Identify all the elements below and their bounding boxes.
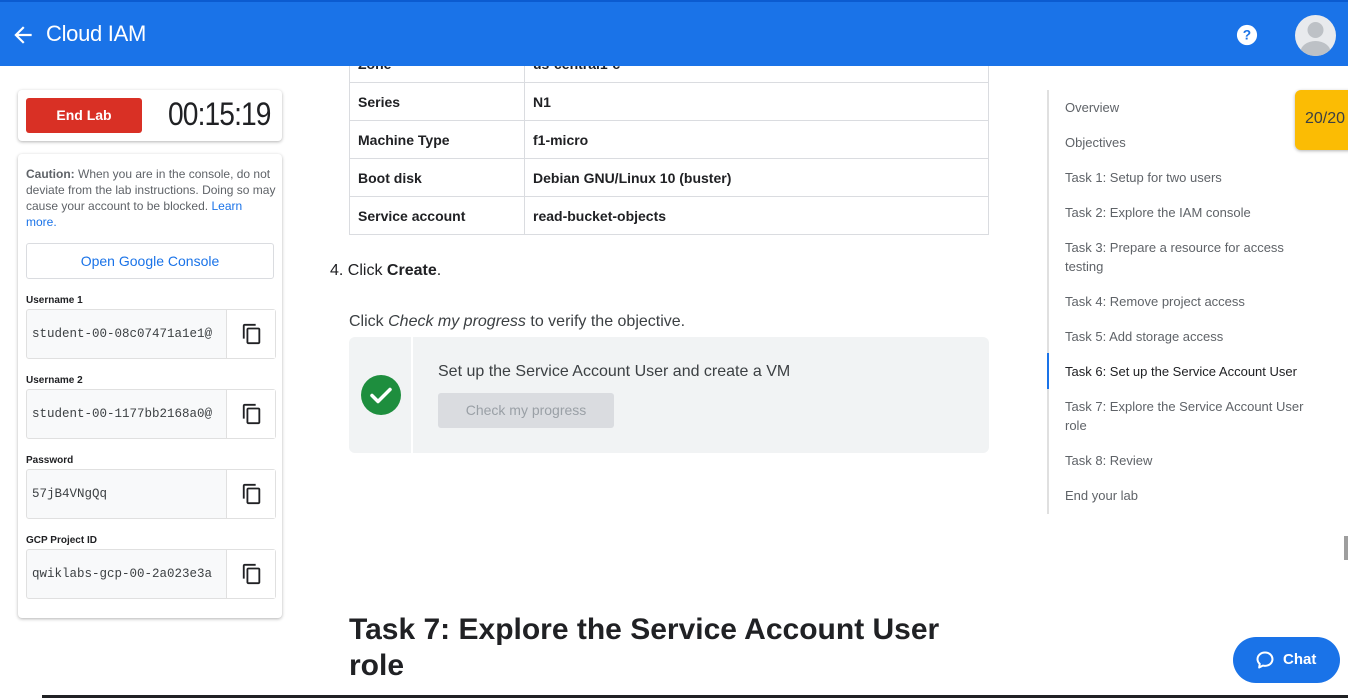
checkpoint-status-column <box>349 337 413 453</box>
table-row: Series N1 <box>349 82 989 121</box>
toc-item[interactable]: Overview <box>1065 98 1325 117</box>
check-progress-instruction: Click Check my progress to verify the ob… <box>349 313 685 331</box>
step-number: 4. Click <box>330 262 387 279</box>
top-app-bar: Cloud IAM ? <box>0 0 1348 66</box>
password-value[interactable]: 57jB4VNgQq <box>32 487 224 501</box>
lab-timer-card: End Lab 00:15:19 <box>18 90 282 141</box>
username-2-value[interactable]: student-00-1177bb2168a0@ <box>32 407 224 421</box>
table-cell-key: Machine Type <box>349 120 525 159</box>
table-cell-value: us-central1-c <box>524 66 989 83</box>
project-id-value[interactable]: qwiklabs-gcp-00-2a023e3a <box>32 567 224 581</box>
table-cell-key: Service account <box>349 196 525 235</box>
task-heading: Task 7: Explore the Service Account User… <box>349 613 940 682</box>
step-bold: Create <box>386 262 437 279</box>
username-1-label: Username 1 <box>26 295 83 306</box>
chat-bubble-icon <box>1256 651 1274 669</box>
password-label: Password <box>26 455 74 466</box>
username-1-field[interactable]: student-00-08c07471a1e1@ <box>26 309 276 359</box>
project-id-field[interactable]: qwiklabs-gcp-00-2a023e3a <box>26 549 276 599</box>
check-prefix: Click <box>349 313 389 330</box>
username-2-field[interactable]: student-00-1177bb2168a0@ <box>26 389 276 439</box>
password-field[interactable]: 57jB4VNgQq <box>26 469 276 519</box>
toc-item[interactable]: Task 7: Explore the Service Account User… <box>1065 397 1325 435</box>
credentials-card: Caution: When you are in the console, do… <box>18 154 282 618</box>
table-cell-value: f1-micro <box>524 120 989 159</box>
table-cell-key: Boot disk <box>349 158 525 197</box>
lab-timer: 00:15:19 <box>168 96 271 132</box>
arrow-back-icon[interactable] <box>10 22 36 48</box>
table-of-contents: Overview Objectives Task 1: Setup for tw… <box>1047 90 1337 514</box>
copy-button[interactable] <box>226 470 275 518</box>
table-cell-key: Zone <box>349 66 525 83</box>
copy-icon <box>242 563 261 585</box>
end-lab-button[interactable]: End Lab <box>26 98 142 133</box>
checkpoint-title: Set up the Service Account User and crea… <box>438 363 791 380</box>
copy-icon <box>242 403 261 425</box>
step-end: . <box>436 262 442 279</box>
toc-item[interactable]: End your lab <box>1065 486 1325 505</box>
copy-icon <box>242 483 261 505</box>
username-2-label: Username 2 <box>26 375 83 386</box>
open-console-button[interactable]: Open Google Console <box>26 243 274 279</box>
table-row: Boot disk Debian GNU/Linux 10 (buster) <box>349 158 989 197</box>
table-cell-value: Debian GNU/Linux 10 (buster) <box>524 158 989 197</box>
copy-button[interactable] <box>226 550 275 598</box>
step-create: 4. Click Create. <box>330 262 441 280</box>
table-row: Machine Type f1-micro <box>349 120 989 159</box>
copy-button[interactable] <box>226 310 275 358</box>
chat-label: Chat <box>1283 651 1317 668</box>
check-circle-icon <box>361 375 401 415</box>
vm-settings-table: Zone us-central1-c Series N1 Machine Typ… <box>349 66 989 235</box>
username-1-value[interactable]: student-00-08c07471a1e1@ <box>32 327 224 341</box>
toc-item[interactable]: Task 2: Explore the IAM console <box>1065 203 1325 222</box>
lab-instructions: Zone us-central1-c Series N1 Machine Typ… <box>300 66 1040 698</box>
svg-text:?: ? <box>1243 28 1251 43</box>
table-row: Service account read-bucket-objects <box>349 196 989 235</box>
app-title: Cloud IAM <box>46 21 147 46</box>
chat-button[interactable]: Chat <box>1233 637 1340 683</box>
toc-item-active[interactable]: Task 6: Set up the Service Account User <box>1065 362 1325 381</box>
help-icon[interactable]: ? <box>1236 24 1258 46</box>
toc-item[interactable]: Task 4: Remove project access <box>1065 292 1325 311</box>
toc-item[interactable]: Task 1: Setup for two users <box>1065 168 1325 187</box>
project-id-label: GCP Project ID <box>26 535 97 546</box>
check-italic: Check my progress <box>388 313 526 330</box>
toc-item[interactable]: Task 8: Review <box>1065 451 1325 470</box>
table-row: Zone us-central1-c <box>349 66 989 83</box>
toc-item[interactable]: Task 5: Add storage access <box>1065 327 1325 346</box>
toc-item[interactable]: Objectives <box>1065 133 1325 152</box>
score-badge: 20/20 <box>1295 90 1348 150</box>
caution-label: Caution: <box>26 167 75 181</box>
account-avatar-icon[interactable] <box>1295 15 1336 56</box>
caution-note: Caution: When you are in the console, do… <box>26 166 276 230</box>
check-suffix: to verify the objective. <box>525 313 686 330</box>
table-cell-value: read-bucket-objects <box>524 196 989 235</box>
toc-item[interactable]: Task 3: Prepare a resource for access te… <box>1065 238 1325 276</box>
table-cell-value: N1 <box>524 82 989 121</box>
toc-active-indicator <box>1047 353 1049 389</box>
progress-checkpoint: Set up the Service Account User and crea… <box>349 337 989 453</box>
copy-button[interactable] <box>226 390 275 438</box>
copy-icon <box>242 323 261 345</box>
check-progress-button[interactable]: Check my progress <box>438 393 614 428</box>
table-cell-key: Series <box>349 82 525 121</box>
scrollbar-thumb[interactable] <box>1344 536 1348 560</box>
